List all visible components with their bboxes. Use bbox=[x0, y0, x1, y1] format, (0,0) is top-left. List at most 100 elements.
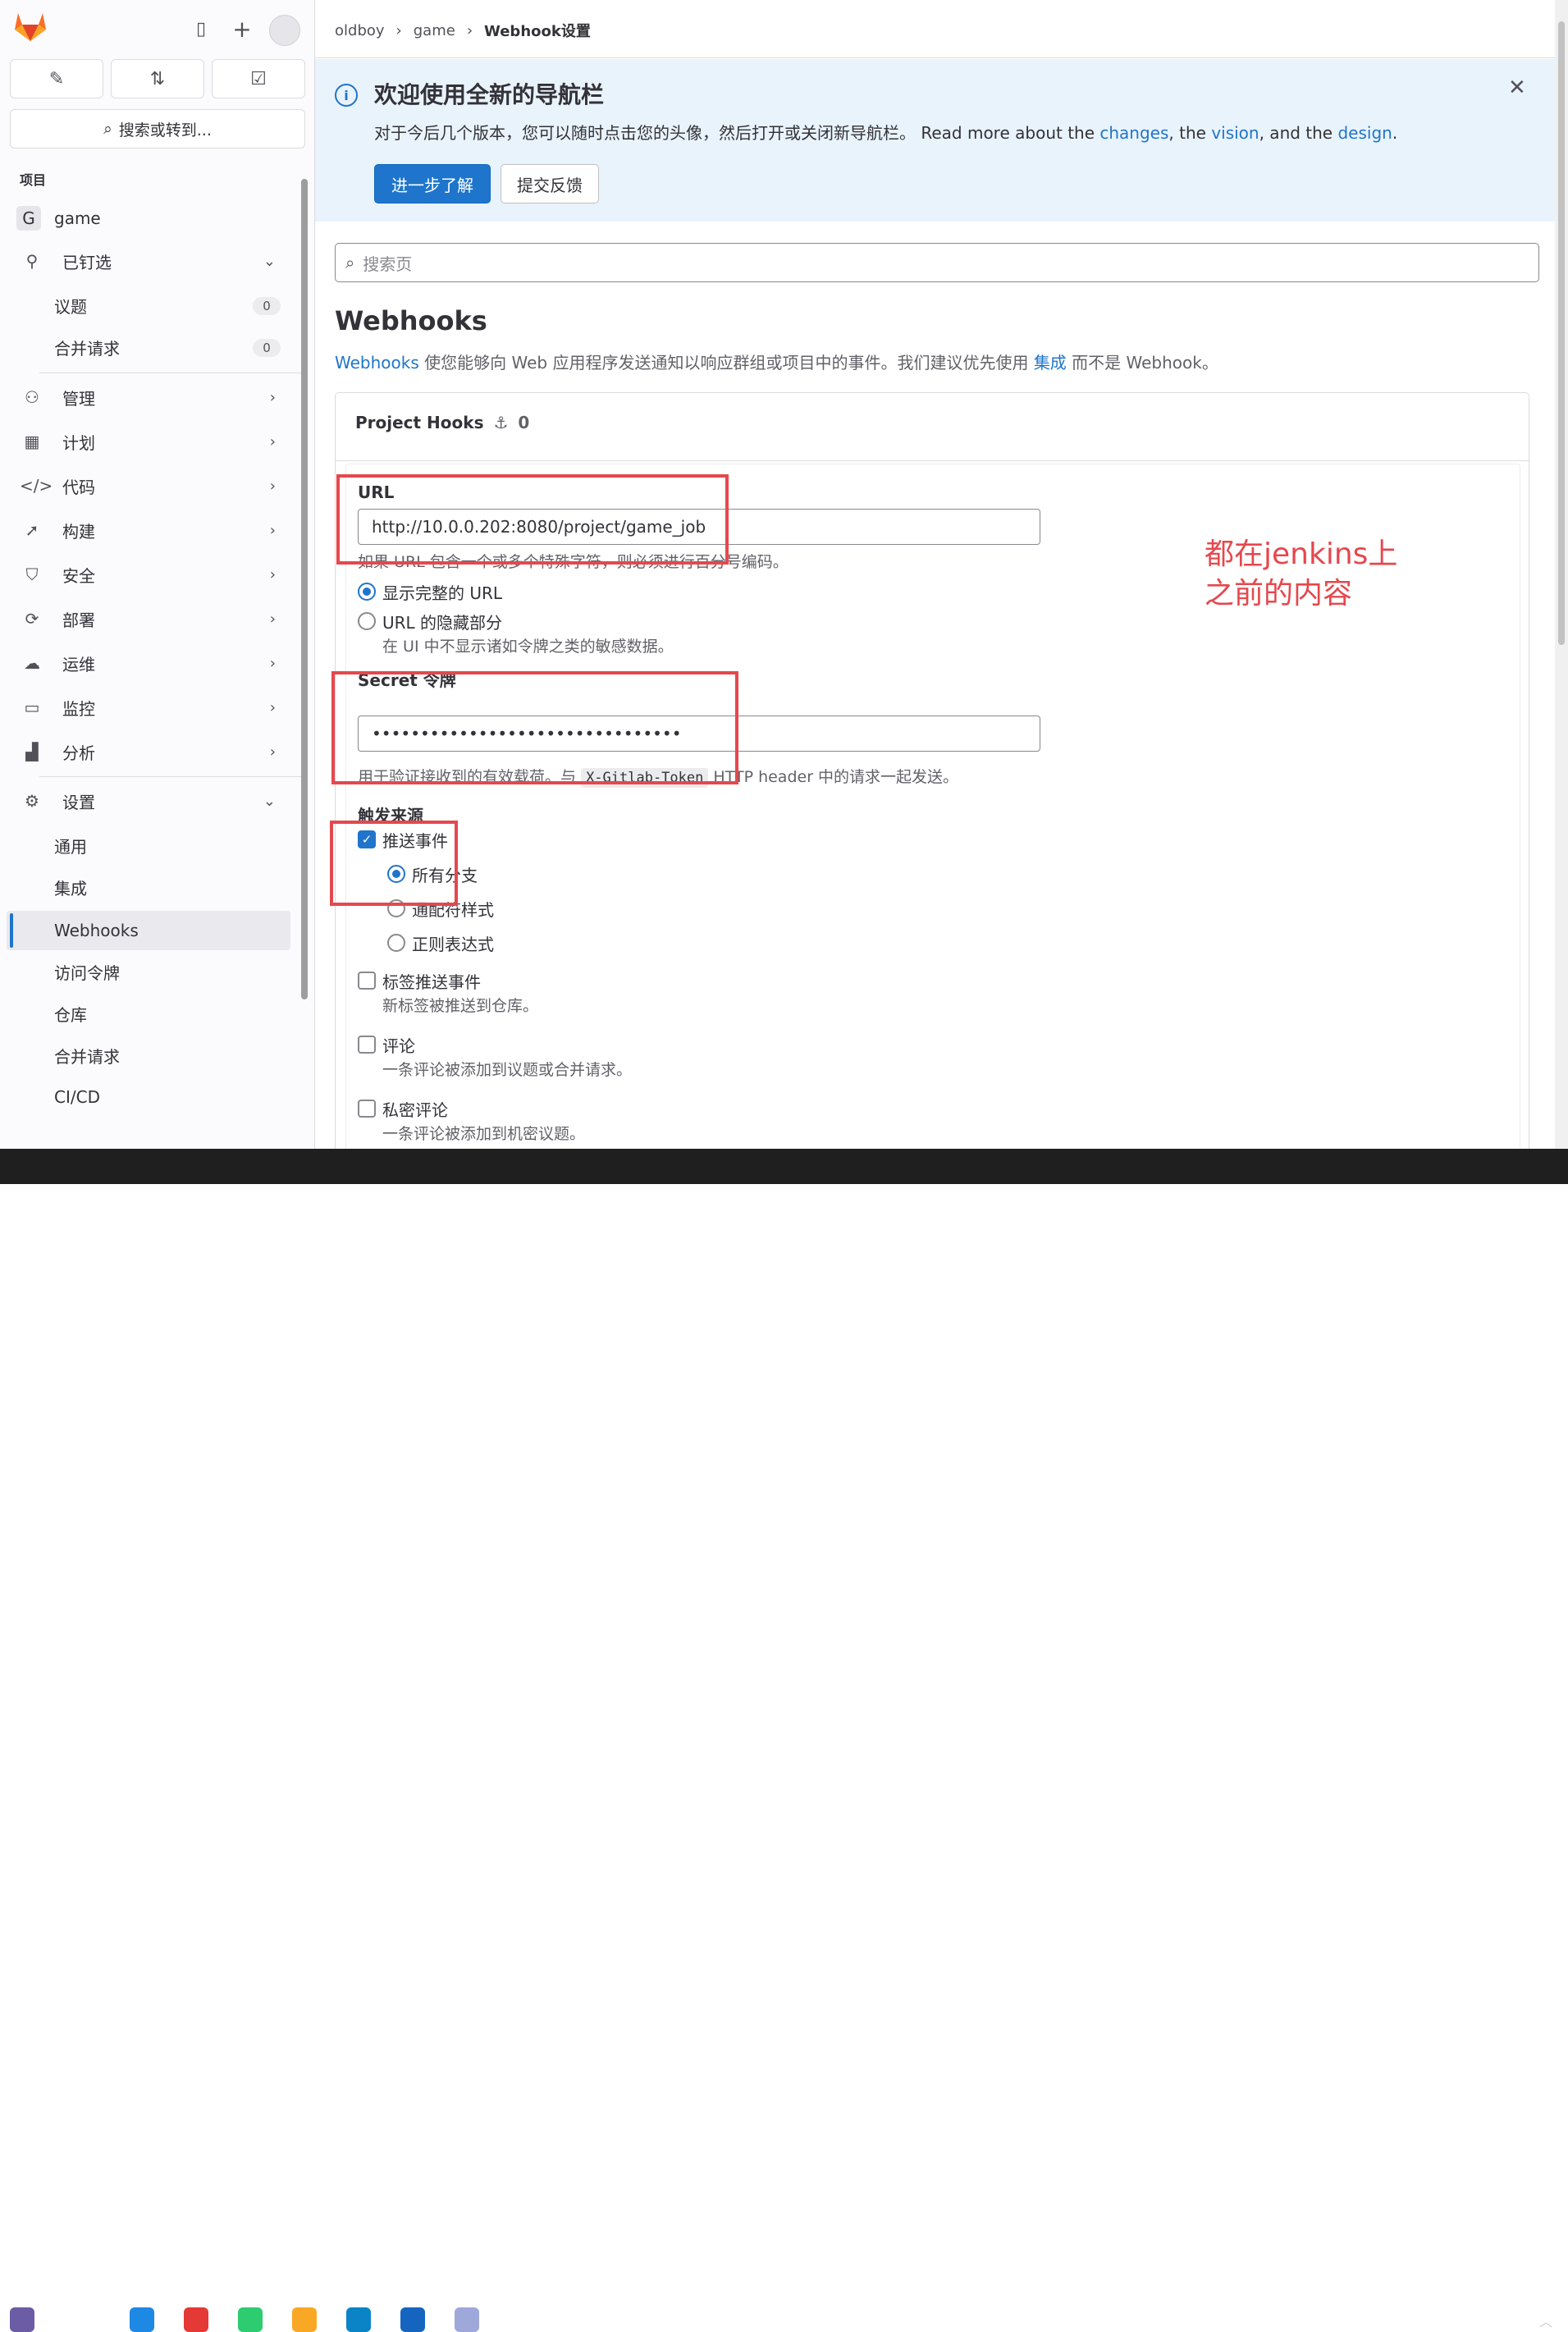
vision-link[interactable]: vision bbox=[1211, 123, 1259, 143]
app-icon[interactable] bbox=[130, 2307, 154, 2332]
confidential-comments-checkbox[interactable] bbox=[358, 1100, 376, 1118]
comments-checkbox[interactable] bbox=[358, 1036, 376, 1054]
comments-hint: 一条评论被添加到议题或合并请求。 bbox=[382, 1061, 633, 1079]
search-icon: ⌕ bbox=[345, 253, 355, 272]
users-icon: ⚇ bbox=[25, 387, 39, 407]
chevron-right-icon: › bbox=[269, 654, 276, 672]
show-full-url-radio[interactable] bbox=[358, 583, 376, 601]
integrations-link[interactable]: 集成 bbox=[1034, 353, 1067, 373]
sidebar-section-title: 项目 bbox=[20, 172, 47, 188]
project-name: game bbox=[54, 208, 101, 228]
sidebar-item-label: 已钉选 bbox=[62, 252, 112, 272]
sidebar-item-label: 设置 bbox=[62, 792, 95, 812]
chevron-right-icon: › bbox=[269, 388, 276, 406]
sidebar-item-plan[interactable]: ▦ 计划 › bbox=[10, 422, 290, 461]
search-or-go-button[interactable]: ⌕ 搜索或转到... bbox=[10, 109, 305, 149]
close-icon[interactable]: ✕ bbox=[1508, 75, 1526, 100]
sidebar-item-operate[interactable]: ☁ 运维 › bbox=[10, 643, 290, 683]
annotation-text: 都在jenkins上 之前的内容 bbox=[1205, 535, 1397, 614]
page-scrollbar-thumb[interactable] bbox=[1558, 21, 1565, 645]
rocket-icon: ➚ bbox=[25, 520, 39, 540]
mask-url-hint: 在 UI 中不显示诸如令牌之类的敏感数据。 bbox=[382, 638, 674, 656]
breadcrumb-current[interactable]: Webhook设置 bbox=[484, 20, 591, 41]
chevron-right-icon: › bbox=[269, 521, 276, 539]
sidebar-item-webhooks[interactable]: Webhooks bbox=[54, 914, 139, 947]
sidebar-toggle-icon[interactable]: ▯ bbox=[189, 16, 213, 41]
project-hooks-title: Project Hooks bbox=[355, 413, 484, 432]
sidebar-item-label: Webhooks bbox=[54, 921, 139, 940]
banner-end: . bbox=[1392, 123, 1398, 143]
issues-icon: ✎ bbox=[48, 68, 65, 89]
feedback-button[interactable]: 提交反馈 bbox=[501, 164, 599, 203]
sidebar-item-cicd[interactable]: CI/CD bbox=[54, 1081, 100, 1113]
sidebar-item-label: 集成 bbox=[54, 878, 87, 899]
todo-tab-button[interactable]: ☑ bbox=[212, 59, 305, 98]
app-icon[interactable] bbox=[184, 2307, 208, 2332]
sidebar-item-access-tokens[interactable]: 访问令牌 bbox=[54, 955, 120, 988]
sidebar-item-repository[interactable]: 仓库 bbox=[54, 997, 87, 1030]
edge-icon[interactable] bbox=[346, 2307, 371, 2332]
wechat-icon[interactable] bbox=[238, 2307, 263, 2332]
regex-radio[interactable] bbox=[387, 934, 405, 952]
page-search-input[interactable]: ⌕ 搜索页 bbox=[335, 243, 1539, 282]
webhooks-docs-link[interactable]: Webhooks bbox=[335, 353, 419, 373]
sidebar-item-label: 访问令牌 bbox=[54, 963, 120, 983]
sidebar-item-label: 分析 bbox=[62, 743, 95, 763]
sidebar-scrollbar[interactable] bbox=[299, 162, 310, 1118]
page-description: Webhooks 使您能够向 Web 应用程序发送通知以响应群组或项目中的事件。… bbox=[335, 350, 1218, 373]
breadcrumb-item[interactable]: oldboy bbox=[335, 22, 385, 39]
page-scrollbar[interactable] bbox=[1555, 0, 1568, 1149]
sidebar-item-secure[interactable]: ⛉ 安全 › bbox=[10, 555, 290, 594]
breadcrumb-item[interactable]: game bbox=[414, 22, 455, 39]
description-end: 而不是 Webhook。 bbox=[1066, 353, 1218, 373]
issues-tab-button[interactable]: ✎ bbox=[10, 59, 103, 98]
app-icon[interactable] bbox=[455, 2307, 479, 2332]
sidebar-item-label: 部署 bbox=[62, 610, 95, 630]
learn-more-button[interactable]: 进一步了解 bbox=[374, 164, 491, 203]
sidebar-item-integrations[interactable]: 集成 bbox=[54, 871, 87, 903]
sidebar-item-merge-requests[interactable]: 合并请求 bbox=[54, 331, 120, 364]
merge-requests-tab-button[interactable]: ⇅ bbox=[111, 59, 204, 98]
chevron-right-icon: › bbox=[269, 610, 276, 628]
search-or-go-label: 搜索或转到... bbox=[118, 121, 212, 139]
todo-icon: ☑ bbox=[250, 68, 267, 89]
folder-icon[interactable] bbox=[292, 2307, 317, 2332]
sidebar-item-code[interactable]: </> 代码 › bbox=[10, 466, 290, 505]
start-icon[interactable] bbox=[10, 2307, 34, 2332]
gitlab-logo-icon[interactable] bbox=[13, 10, 48, 43]
typora-icon[interactable] bbox=[75, 2307, 100, 2332]
sidebar-item-monitor[interactable]: ▭ 监控 › bbox=[10, 688, 290, 727]
sidebar-item-build[interactable]: ➚ 构建 › bbox=[10, 510, 290, 550]
sidebar-item-label: 合并请求 bbox=[54, 1046, 120, 1067]
plus-icon[interactable]: + bbox=[230, 16, 254, 43]
code-icon: </> bbox=[20, 476, 53, 496]
design-link[interactable]: design bbox=[1337, 123, 1392, 143]
chevron-right-icon: › bbox=[269, 432, 276, 450]
sidebar-item-merge-requests-settings[interactable]: 合并请求 bbox=[54, 1039, 120, 1072]
sidebar-item-analyze[interactable]: ▟ 分析 › bbox=[10, 732, 290, 771]
mask-url-radio[interactable] bbox=[358, 612, 376, 630]
chevron-up-icon[interactable]: ︿ bbox=[1539, 2311, 1552, 2330]
sidebar-scrollbar-thumb[interactable] bbox=[301, 179, 308, 999]
sidebar-item-manage[interactable]: ⚇ 管理 › bbox=[10, 377, 290, 417]
sidebar-item-deploy[interactable]: ⟳ 部署 › bbox=[10, 599, 290, 638]
gear-icon: ⚙ bbox=[25, 791, 39, 811]
chevron-right-icon: › bbox=[269, 698, 276, 716]
breadcrumb-separator: › bbox=[466, 21, 473, 39]
sidebar-item-settings[interactable]: ⚙ 设置 ⌄ bbox=[10, 781, 290, 821]
avatar[interactable] bbox=[269, 15, 300, 46]
hint-text: HTTP header 中的请求一起发送。 bbox=[713, 768, 959, 786]
description-text: 使您能够向 Web 应用程序发送通知以响应群组或项目中的事件。我们建议优先使用 bbox=[418, 353, 1034, 373]
banner-title: 欢迎使用全新的导航栏 bbox=[374, 81, 605, 108]
sidebar-item-label: 管理 bbox=[62, 388, 95, 409]
vmware-icon[interactable] bbox=[400, 2307, 425, 2332]
tag-push-checkbox[interactable] bbox=[358, 972, 376, 990]
sidebar-project-game[interactable]: G game bbox=[10, 199, 290, 238]
sidebar-item-general[interactable]: 通用 bbox=[54, 829, 87, 862]
sidebar-item-issues[interactable]: 议题 bbox=[54, 289, 87, 322]
sidebar-item-pinned[interactable]: ⚲ 已钉选 ⌄ bbox=[10, 241, 290, 281]
sidebar-item-label: 合并请求 bbox=[54, 338, 120, 359]
changes-link[interactable]: changes bbox=[1099, 123, 1168, 143]
calendar-icon: ▦ bbox=[24, 432, 40, 451]
count-badge: 0 bbox=[253, 297, 281, 315]
